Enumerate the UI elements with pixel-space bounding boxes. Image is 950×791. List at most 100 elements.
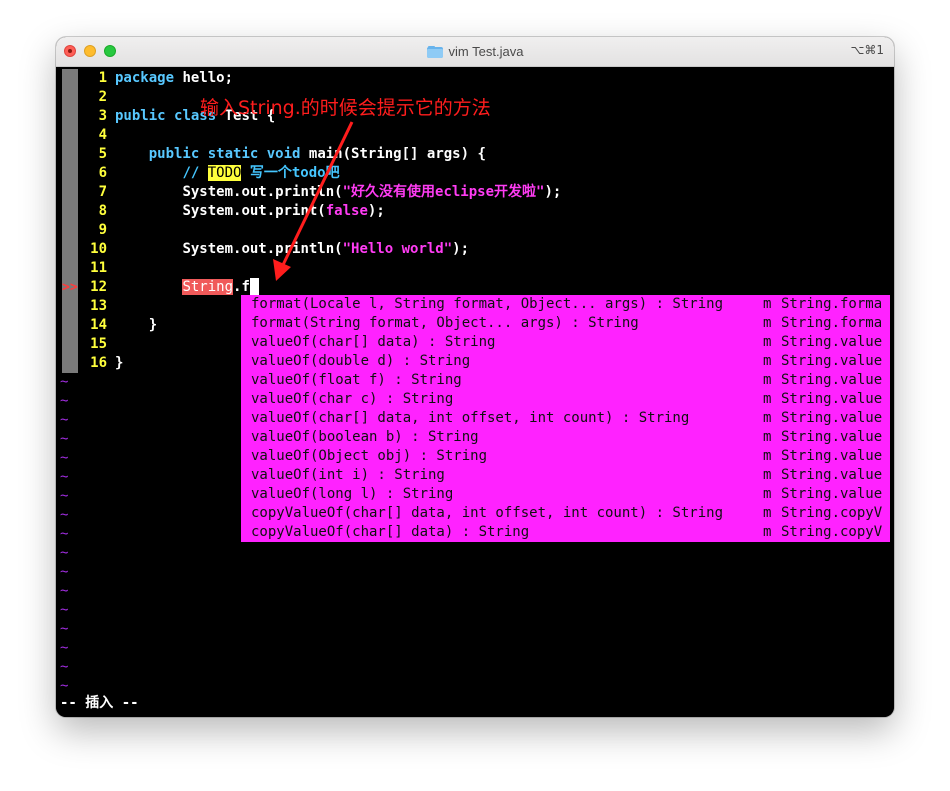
- empty-line-tilde: ~: [60, 564, 69, 580]
- line-number: 6: [98, 165, 107, 181]
- completion-item[interactable]: valueOf(int i) : String: [251, 466, 445, 485]
- completion-kind: m: [763, 505, 772, 521]
- completion-kind: m: [763, 486, 772, 502]
- code-line[interactable]: String.f: [115, 278, 259, 297]
- completion-kind: m: [763, 448, 772, 464]
- code-token: "好久没有使用eclipse开发啦": [342, 184, 545, 200]
- completion-item[interactable]: valueOf(boolean b) : String: [251, 428, 479, 447]
- code-line[interactable]: }: [115, 354, 123, 373]
- code-token: "Hello world": [342, 241, 453, 257]
- line-number: 1: [98, 70, 107, 86]
- completion-kind: m: [763, 315, 772, 331]
- line-number: 14: [90, 317, 107, 333]
- completion-item[interactable]: valueOf(char c) : String: [251, 390, 453, 409]
- mode-status-line: -- 插入 --: [60, 695, 139, 711]
- completion-item[interactable]: valueOf(float f) : String: [251, 371, 462, 390]
- completion-item[interactable]: valueOf(long l) : String: [251, 485, 453, 504]
- code-token: );: [452, 241, 470, 257]
- empty-line-tilde: ~: [60, 431, 69, 447]
- completion-item[interactable]: copyValueOf(char[] data) : String: [251, 523, 529, 542]
- completion-item[interactable]: format(Locale l, String format, Object..…: [251, 295, 723, 314]
- code-token: package: [115, 70, 175, 86]
- empty-line-tilde: ~: [60, 488, 69, 504]
- empty-line-tilde: ~: [60, 640, 69, 656]
- annotation-text: 输入String.的时候会提示它的方法: [200, 97, 491, 119]
- code-token: }: [115, 355, 124, 371]
- completion-menu-info: String.forma: [781, 315, 883, 331]
- completion-kind: m: [763, 391, 772, 407]
- line-number: 9: [98, 222, 107, 238]
- code-token: public: [115, 108, 166, 124]
- code-token: TODO: [207, 165, 242, 181]
- window-shortcut-label: ⌥⌘1: [850, 43, 884, 57]
- terminal-window: vim Test.java ⌥⌘1 1 package hello; 2 3 publi…: [56, 37, 894, 717]
- window-title: vim Test.java: [448, 44, 524, 59]
- empty-line-tilde: ~: [60, 659, 69, 675]
- code-line[interactable]: System.out.print(false);: [115, 202, 385, 221]
- code-token: System.out.println(: [182, 241, 343, 257]
- code-token: void: [266, 146, 301, 162]
- completion-item[interactable]: valueOf(char[] data) : String: [251, 333, 495, 352]
- code-token: main(String[] args) {: [300, 146, 486, 162]
- completion-item[interactable]: valueOf(double d) : String: [251, 352, 470, 371]
- vim-editor[interactable]: 1 package hello; 2 3 public class Test {4 5 p…: [56, 67, 894, 717]
- empty-line-tilde: ~: [60, 526, 69, 542]
- completion-kind: m: [763, 467, 772, 483]
- code-token: System.out.println(: [182, 184, 343, 200]
- window-title-group: vim Test.java: [56, 37, 894, 66]
- completion-menu-info: String.value: [781, 429, 883, 445]
- code-token: .f: [233, 279, 250, 295]
- empty-line-tilde: ~: [60, 393, 69, 409]
- line-number: 3: [98, 108, 107, 124]
- code-token: );: [544, 184, 562, 200]
- code-line[interactable]: public static void main(String[] args) {: [115, 145, 486, 164]
- completion-menu-info: String.value: [781, 448, 883, 464]
- code-token: System.out.print(: [182, 203, 326, 219]
- empty-line-tilde: ~: [60, 412, 69, 428]
- completion-menu-info: String.value: [781, 410, 883, 426]
- code-line[interactable]: package hello;: [115, 69, 233, 88]
- completion-item[interactable]: copyValueOf(char[] data, int offset, int…: [251, 504, 723, 523]
- empty-line-tilde: ~: [60, 450, 69, 466]
- line-number: 13: [90, 298, 107, 314]
- completion-kind: m: [763, 410, 772, 426]
- completion-item[interactable]: format(String format, Object... args) : …: [251, 314, 639, 333]
- code-token: static: [207, 146, 259, 162]
- code-token: hello;: [174, 70, 234, 86]
- code-token: }: [148, 317, 158, 333]
- empty-line-tilde: ~: [60, 602, 69, 618]
- line-number: 8: [98, 203, 107, 219]
- completion-kind: m: [763, 429, 772, 445]
- code-token: public: [148, 146, 200, 162]
- completion-popup[interactable]: format(Locale l, String format, Object..…: [241, 295, 890, 542]
- code-token: //: [182, 165, 208, 181]
- code-line[interactable]: // TODO 写一个todo吧: [115, 164, 340, 183]
- empty-line-tilde: ~: [60, 469, 69, 485]
- code-token: );: [367, 203, 385, 219]
- completion-menu-info: String.copyV: [781, 524, 883, 540]
- empty-line-tilde: ~: [60, 545, 69, 561]
- completion-menu-info: String.value: [781, 391, 883, 407]
- folder-icon: [426, 45, 443, 58]
- completion-menu-info: String.value: [781, 486, 883, 502]
- code-line[interactable]: System.out.println("Hello world");: [115, 240, 469, 259]
- line-number: 10: [90, 241, 107, 257]
- code-line[interactable]: System.out.println("好久没有使用eclipse开发啦");: [115, 183, 561, 202]
- line-number: 2: [98, 89, 107, 105]
- code-token: String: [182, 279, 234, 295]
- line-number: 12: [90, 279, 107, 295]
- code-line[interactable]: }: [115, 316, 157, 335]
- text-cursor: [249, 278, 259, 296]
- line-number: 5: [98, 146, 107, 162]
- title-bar[interactable]: vim Test.java ⌥⌘1: [56, 37, 894, 67]
- completion-item[interactable]: valueOf(char[] data, int offset, int cou…: [251, 409, 689, 428]
- completion-menu-info: String.value: [781, 353, 883, 369]
- completion-item[interactable]: valueOf(Object obj) : String: [251, 447, 487, 466]
- completion-kind: m: [763, 296, 772, 312]
- line-number: 11: [90, 260, 107, 276]
- sign-column: [62, 69, 78, 373]
- line-number: 4: [98, 127, 107, 143]
- empty-line-tilde: ~: [60, 374, 69, 390]
